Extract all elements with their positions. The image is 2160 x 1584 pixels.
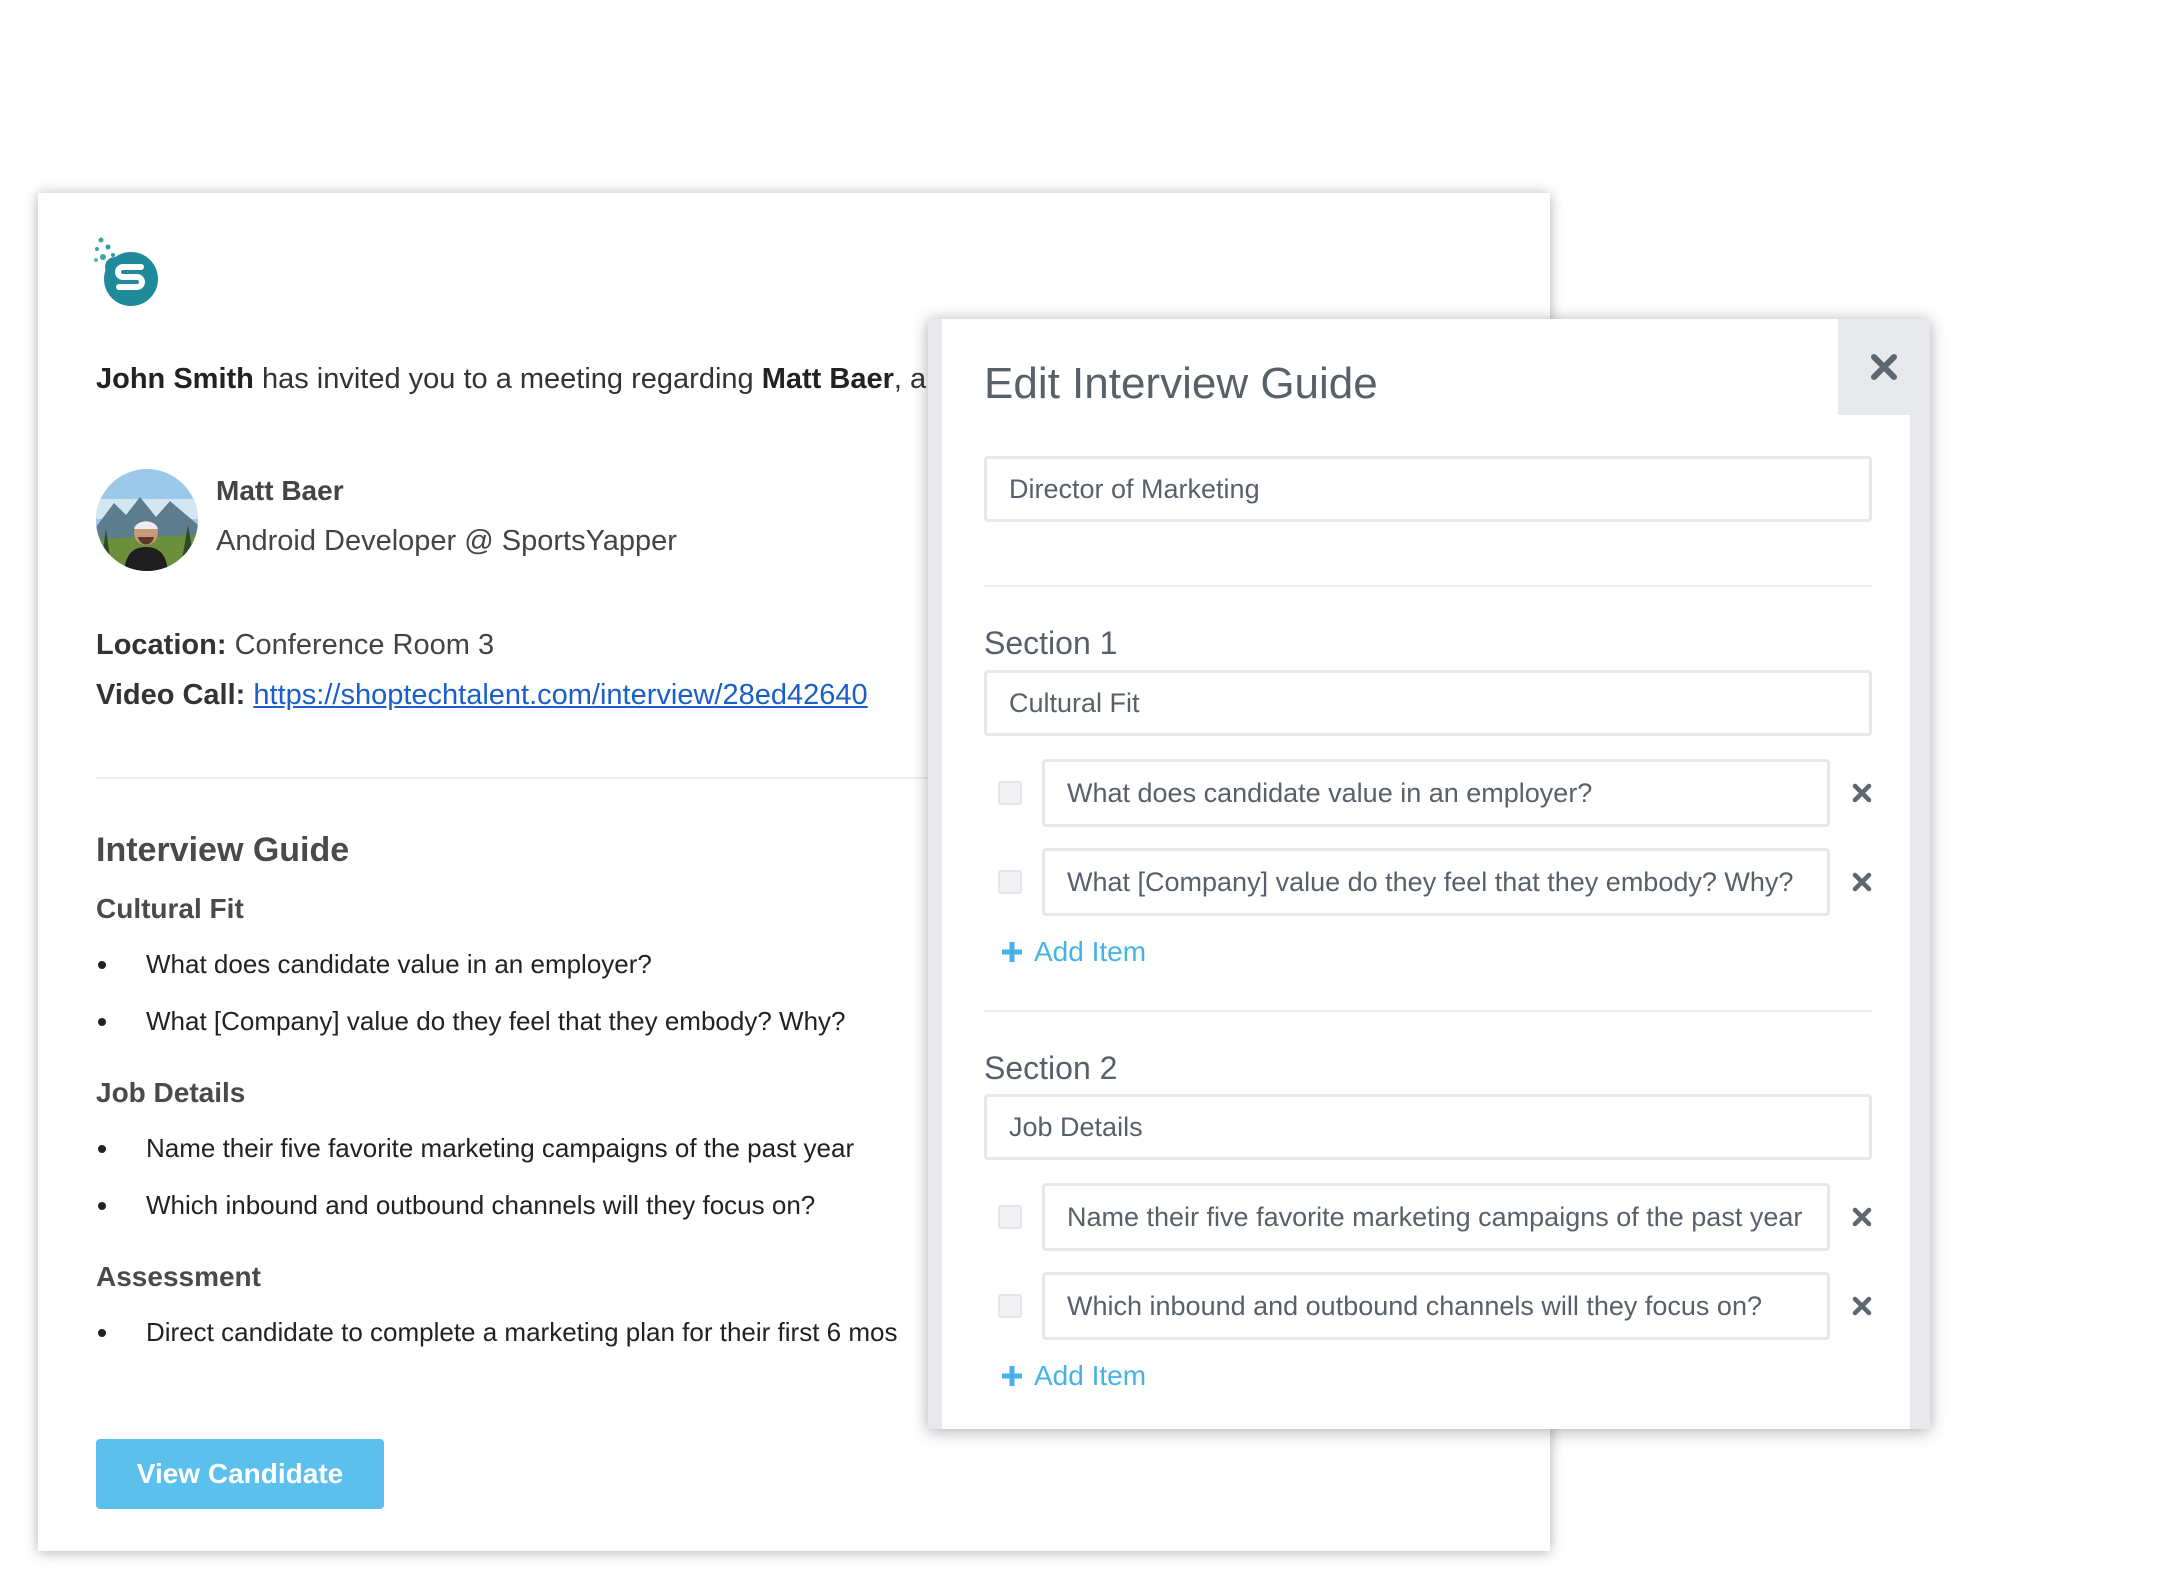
location-line: Location: Conference Room 3 [96,629,494,662]
video-call-line: Video Call: https://shoptechtalent.com/i… [96,679,868,712]
guide-name-input[interactable]: Director of Marketing [984,456,1872,522]
view-candidate-button[interactable]: View Candidate [96,1439,384,1509]
location-label: Location: [96,629,227,661]
plus-icon [1002,942,1022,962]
guide-item: What [Company] value do they feel that t… [96,1006,976,1063]
candidate-reference: Matt Baer [761,363,894,395]
modal-divider [984,1010,1872,1012]
location-value: Conference Room 3 [234,629,495,661]
inviter-name: John Smith [96,363,254,395]
question-input[interactable]: Name their five favorite marketing campa… [1042,1183,1830,1251]
add-item-button[interactable]: Add Item [1000,1360,1146,1392]
interview-guide-list: Cultural Fit What does candidate value i… [96,893,976,1388]
question-row: Which inbound and outbound channels will… [998,1272,1878,1340]
guide-section-title: Cultural Fit [96,893,244,924]
question-row: What does candidate value in an employer… [998,759,1878,827]
section-name-input[interactable]: Job Details [984,1094,1872,1160]
remove-item-icon[interactable] [1850,1294,1874,1318]
remove-item-icon[interactable] [1850,781,1874,805]
question-input[interactable]: Which inbound and outbound channels will… [1042,1272,1830,1340]
video-call-link[interactable]: https://shoptechtalent.com/interview/28e… [253,679,867,711]
modal-scrollbar[interactable] [1910,415,1930,1429]
invite-text: has invited you to a meeting regarding [261,363,754,395]
invite-message: John Smith has invited you to a meeting … [96,363,949,396]
question-row: What [Company] value do they feel that t… [998,848,1878,916]
question-checkbox[interactable] [998,870,1022,894]
company-logo-icon [94,237,158,306]
guide-item: What does candidate value in an employer… [96,949,976,1006]
candidate-avatar [96,469,198,571]
modal-divider [984,585,1872,587]
section-label: Section 2 [984,1050,1118,1086]
guide-item: Direct candidate to complete a marketing… [96,1317,976,1374]
add-item-button[interactable]: Add Item [1000,936,1146,968]
guide-section-title: Job Details [96,1077,246,1108]
modal-scroll-gutter-left [928,319,942,1429]
candidate-role: Android Developer @ SportsYapper [216,525,677,557]
add-item-label: Add Item [1034,936,1147,967]
remove-item-icon[interactable] [1850,870,1874,894]
plus-icon [1002,1366,1022,1386]
close-modal-button[interactable] [1838,319,1930,415]
remove-item-icon[interactable] [1850,1205,1874,1229]
question-checkbox[interactable] [998,1205,1022,1229]
question-checkbox[interactable] [998,1294,1022,1318]
question-row: Name their five favorite marketing campa… [998,1183,1878,1251]
close-icon [1871,354,1897,380]
guide-section-title: Assessment [96,1261,261,1292]
guide-item: Which inbound and outbound channels will… [96,1190,976,1247]
edit-interview-guide-modal: Edit Interview Guide Director of Marketi… [928,319,1930,1429]
video-call-label: Video Call: [96,679,246,711]
section-name-input[interactable]: Cultural Fit [984,670,1872,736]
candidate-name: Matt Baer [216,475,344,506]
question-checkbox[interactable] [998,781,1022,805]
section-label: Section 1 [984,625,1118,661]
modal-title: Edit Interview Guide [984,359,1378,408]
interview-guide-title: Interview Guide [96,831,350,869]
add-item-label: Add Item [1034,1360,1147,1391]
question-input[interactable]: What [Company] value do they feel that t… [1042,848,1830,916]
guide-item: Name their five favorite marketing campa… [96,1133,976,1190]
question-input[interactable]: What does candidate value in an employer… [1042,759,1830,827]
